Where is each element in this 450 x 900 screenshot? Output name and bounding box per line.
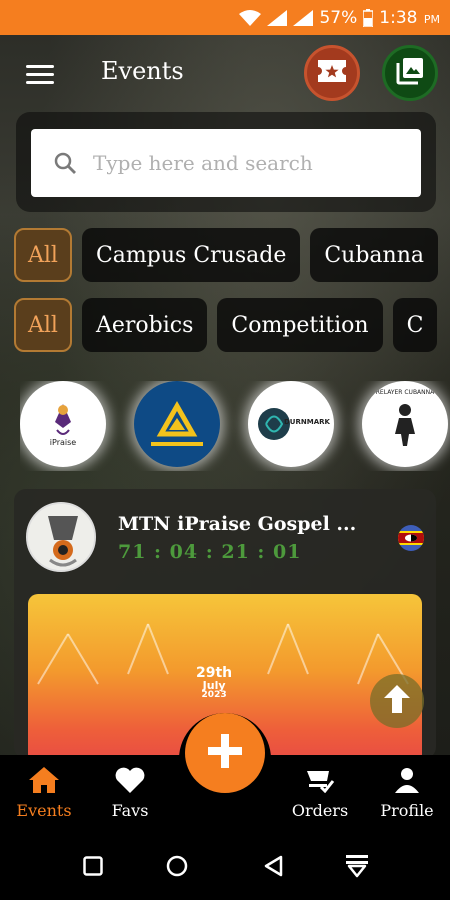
type-chip-aerobics[interactable]: Aerobics <box>81 298 208 352</box>
organizer-logo-ipraise[interactable]: iPraise <box>20 381 106 467</box>
nav-profile[interactable]: Profile <box>376 755 438 832</box>
photo-library-icon <box>395 56 425 90</box>
banner-date: 29th July 2023 <box>196 665 233 700</box>
nav-favs[interactable]: Favs <box>105 755 155 832</box>
plus-icon <box>208 734 242 772</box>
category-filter-row: All Campus Crusade Cubanna <box>14 228 450 284</box>
category-chip-all[interactable]: All <box>14 228 72 282</box>
wifi-icon <box>239 9 262 26</box>
page-title: Events <box>101 57 184 85</box>
type-chip-all[interactable]: All <box>14 298 72 352</box>
category-chip-cubanna[interactable]: Cubanna <box>310 228 438 282</box>
event-title: MTN iPraise Gospel ... <box>118 513 357 535</box>
nav-orders-label: Orders <box>291 801 349 820</box>
nav-orders[interactable]: Orders <box>288 755 352 832</box>
tickets-button[interactable] <box>304 45 360 101</box>
type-chip-partial[interactable]: C <box>392 298 438 352</box>
type-chip-competition[interactable]: Competition <box>217 298 383 352</box>
signal-icon-2 <box>293 9 314 26</box>
clock: 1:38 PM <box>379 7 440 28</box>
home-icon <box>29 767 59 797</box>
back-button[interactable] <box>258 854 288 882</box>
search-icon <box>53 151 77 175</box>
scroll-to-top-button[interactable] <box>370 674 424 728</box>
menu-button[interactable] <box>26 65 54 87</box>
gallery-button[interactable] <box>382 45 438 101</box>
search-box[interactable] <box>31 129 421 197</box>
status-bar: 57% 1:38 PM <box>0 0 450 35</box>
organizer-logo-cubanna[interactable]: RELAYER CUBANNA <box>362 381 448 467</box>
battery-icon <box>363 8 374 27</box>
create-event-button[interactable] <box>185 713 265 793</box>
person-icon <box>394 767 420 797</box>
battery-percent: 57% <box>319 7 358 28</box>
triangle-back-icon <box>263 855 283 881</box>
nav-events-label: Events <box>16 801 72 820</box>
system-navigation-bar <box>0 832 450 900</box>
recents-button[interactable] <box>78 854 108 882</box>
pull-down-icon <box>345 854 369 882</box>
nav-profile-label: Profile <box>380 801 434 820</box>
ticket-star-icon <box>318 60 346 86</box>
arrow-up-icon <box>384 685 410 717</box>
notification-shade-button[interactable] <box>342 854 372 882</box>
event-countdown: 71 : 04 : 21 : 01 <box>118 541 302 563</box>
event-organizer-avatar <box>26 502 96 572</box>
nav-favs-label: Favs <box>111 801 149 820</box>
category-chip-campus-crusade[interactable]: Campus Crusade <box>81 228 301 282</box>
search-container <box>16 112 436 212</box>
search-input[interactable] <box>93 151 421 175</box>
organizer-carousel: iPraise DURNMARK RELAYER CUBANNA <box>20 381 450 471</box>
heart-icon <box>115 767 145 797</box>
square-icon <box>83 856 103 880</box>
signal-icon <box>267 9 288 26</box>
eswatini-flag-icon <box>398 525 424 551</box>
organizer-logo-blue[interactable] <box>134 381 220 467</box>
home-button[interactable] <box>162 854 192 882</box>
app-header: Events <box>0 35 450 113</box>
organizer-logo-durnmark[interactable]: DURNMARK <box>248 381 334 467</box>
nav-events[interactable]: Events <box>14 755 74 832</box>
cart-check-icon <box>305 767 335 797</box>
type-filter-row: All Aerobics Competition C <box>14 298 450 354</box>
circle-icon <box>166 855 188 881</box>
